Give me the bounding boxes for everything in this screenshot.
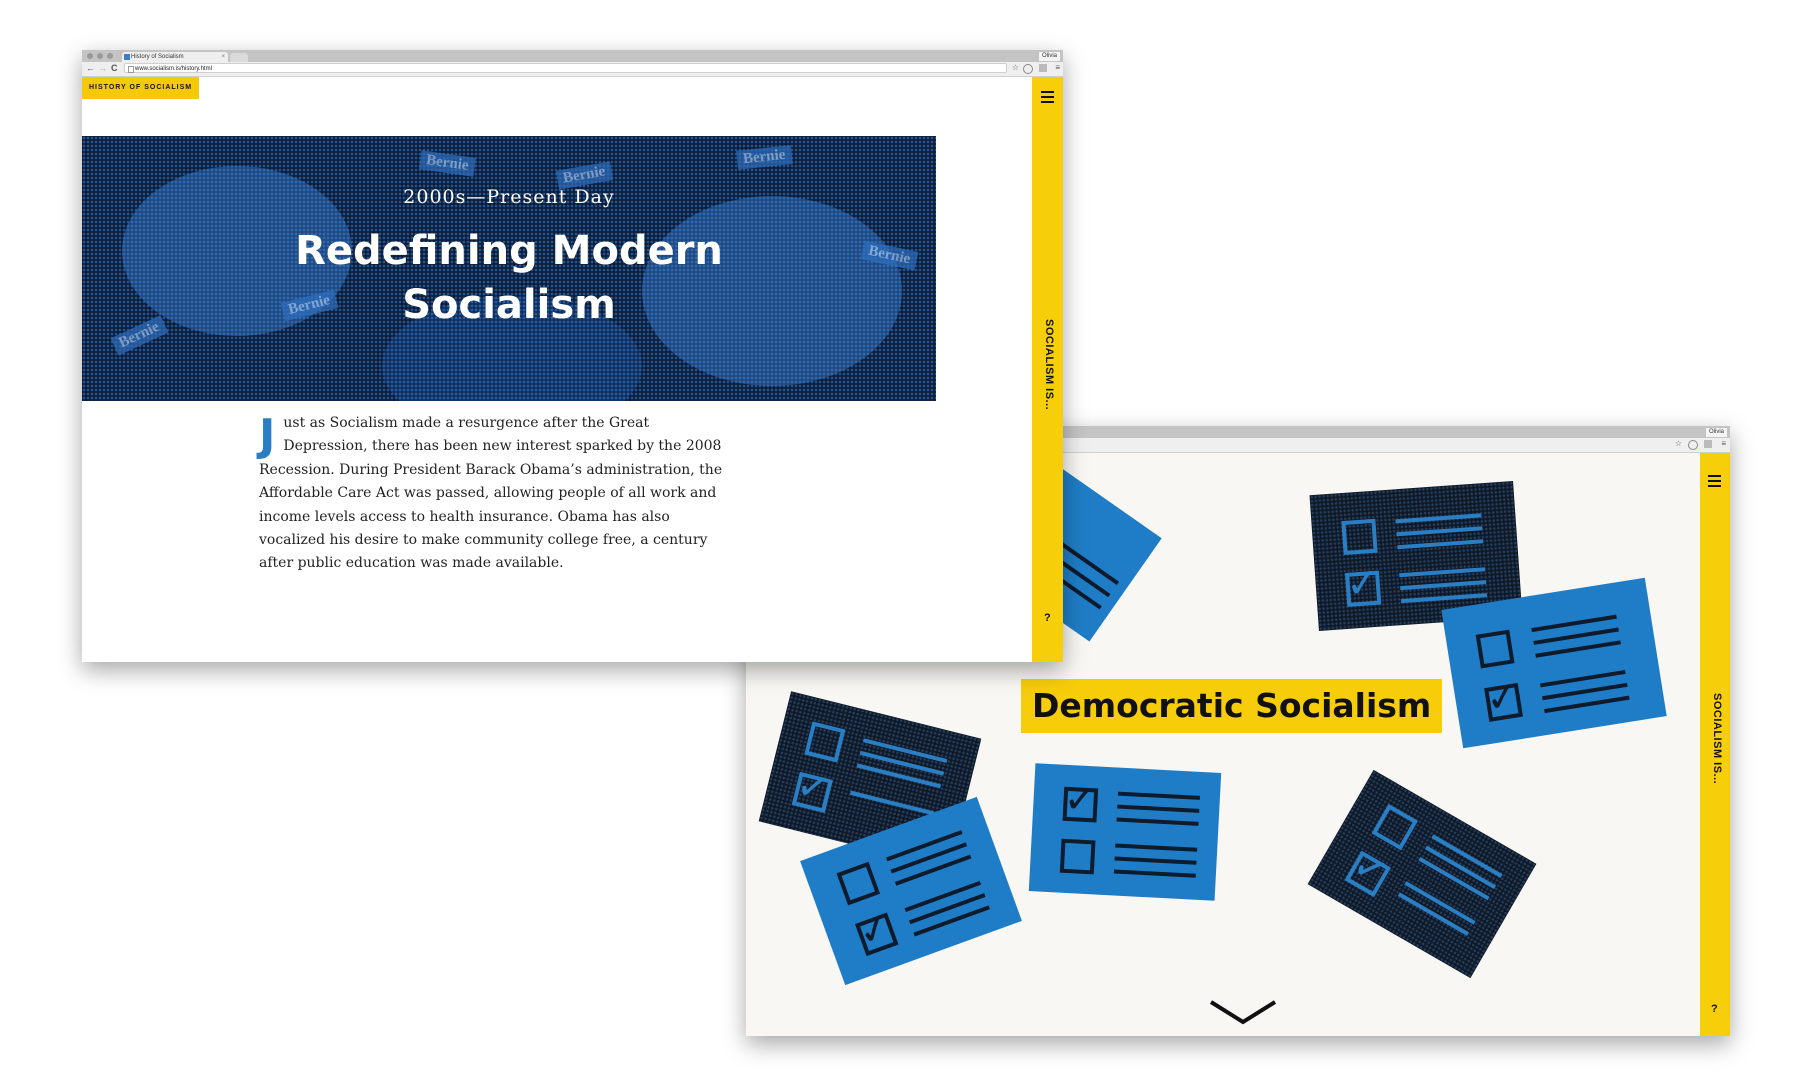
browser-toolbar: ← → C www.socialism.is/history.html ☆ ≡ (82, 62, 1063, 77)
hamburger-menu-icon[interactable] (1708, 475, 1721, 487)
ballot-line (1400, 580, 1487, 591)
extension-icon[interactable] (1688, 440, 1698, 450)
ballot-line (1400, 593, 1488, 604)
url-text: www.socialism.is/history.html (135, 66, 212, 72)
ballot-line (1115, 843, 1198, 852)
checkbox-icon (1341, 518, 1378, 556)
hamburger-menu-icon[interactable] (1041, 91, 1054, 103)
ballot-line (1116, 817, 1199, 826)
minimize-window-icon[interactable] (97, 53, 103, 59)
ballot-line (894, 854, 972, 886)
address-bar[interactable]: www.socialism.is/history.html (124, 63, 1007, 73)
maximize-window-icon[interactable] (107, 53, 113, 59)
profile-button[interactable]: Olivia (1705, 428, 1727, 437)
tab-close-icon[interactable]: × (221, 52, 225, 62)
hero-banner: Bernie Bernie Bernie Bernie Bernie Berni… (82, 136, 936, 401)
side-rail: SOCIALISM IS... ? (1032, 77, 1063, 662)
browser-tab-strip: History of Socialism × Olivia (82, 50, 1063, 62)
help-button[interactable]: ? (1044, 612, 1051, 624)
chevron-down-icon[interactable] (1208, 998, 1278, 1028)
checkbox-icon (1371, 803, 1419, 851)
forward-arrow-icon[interactable]: → (98, 62, 107, 74)
ballot-card: ✓ (1028, 763, 1222, 901)
democratic-socialism-label[interactable]: Democratic Socialism (1021, 679, 1443, 733)
hero-title: Redefining Modern Socialism (82, 224, 936, 332)
checkmark-icon: ✓ (1344, 841, 1397, 898)
favicon-icon (124, 54, 130, 60)
ballot-line (1395, 513, 1482, 524)
ballot-line (1114, 856, 1197, 865)
checkmark-icon: ✓ (851, 902, 899, 958)
ballot-line (1113, 869, 1196, 878)
ballot-line (862, 738, 948, 763)
checkbox-icon (836, 861, 881, 906)
site-logo[interactable]: HISTORY OF SOCIALISM (82, 77, 200, 99)
page-icon (128, 66, 134, 73)
page-history: HISTORY OF SOCIALISM Bernie Bernie Berni… (82, 77, 1063, 662)
hero-title-line-2: Socialism (402, 282, 616, 328)
extension-icon[interactable] (1023, 64, 1033, 74)
reload-icon[interactable]: C (111, 62, 118, 74)
ballot-card: ✓ (1307, 769, 1537, 979)
ballot-line (1117, 804, 1200, 813)
ballot-line (1397, 539, 1484, 550)
checkmark-icon: ✓ (1482, 672, 1523, 723)
checkmark-icon: ✓ (791, 761, 836, 814)
socialism-is-link[interactable]: SOCIALISM IS... (1043, 319, 1055, 410)
browser-window-history: History of Socialism × Olivia ← → C www.… (82, 50, 1063, 662)
body-text: ust as Socialism made a resurgence after… (259, 415, 723, 572)
back-arrow-icon[interactable]: ← (86, 62, 95, 74)
checkbox-icon (804, 721, 846, 763)
hero-subtitle: 2000s—Present Day (403, 186, 615, 208)
side-rail: SOCIALISM IS... ? (1700, 453, 1730, 1036)
browser-menu-icon[interactable]: ≡ (1721, 438, 1726, 450)
ballot-line (1396, 526, 1483, 537)
profile-button[interactable]: Olivia (1038, 52, 1060, 61)
checkmark-icon: ✓ (1344, 559, 1381, 608)
tab-title: History of Socialism (131, 54, 184, 60)
body-paragraph: J ust as Socialism made a resurgence aft… (259, 412, 737, 576)
close-window-icon[interactable] (87, 53, 93, 59)
ballot-line (1117, 791, 1200, 800)
ballot-line (1535, 640, 1621, 658)
ballot-line (849, 790, 935, 816)
browser-tab[interactable]: History of Socialism × (122, 52, 228, 62)
socialism-is-link[interactable]: SOCIALISM IS... (1711, 693, 1723, 784)
ballot-line (1399, 567, 1486, 578)
extension-icon-2[interactable] (1704, 440, 1712, 448)
checkbox-icon (1475, 629, 1515, 669)
ballot-line (913, 905, 990, 937)
drop-cap: J (259, 410, 276, 461)
star-icon[interactable]: ☆ (1675, 438, 1682, 450)
new-tab-button[interactable] (230, 53, 248, 62)
star-icon[interactable]: ☆ (1012, 62, 1019, 74)
checkbox-icon (1059, 838, 1096, 875)
ballot-line (1544, 695, 1630, 714)
extension-icon-2[interactable] (1039, 64, 1047, 72)
hero-title-line-1: Redefining Modern (295, 228, 723, 274)
checkmark-icon: ✓ (1062, 775, 1099, 824)
help-button[interactable]: ? (1711, 1003, 1718, 1015)
browser-menu-icon[interactable]: ≡ (1055, 62, 1060, 74)
